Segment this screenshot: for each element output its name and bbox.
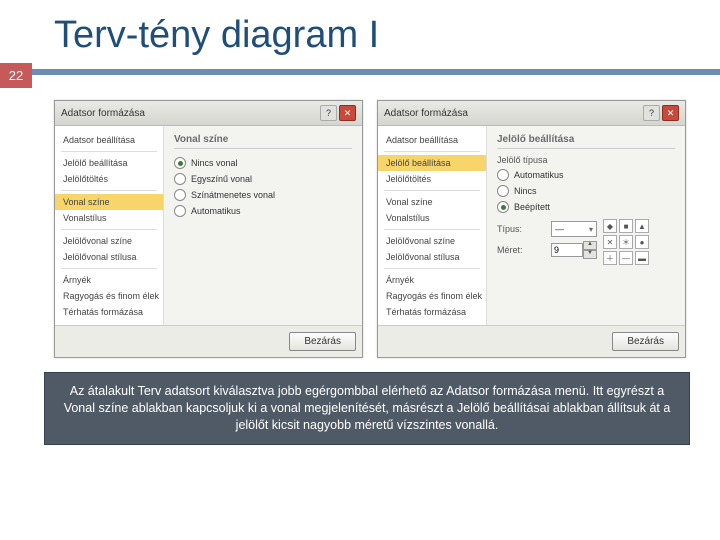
help-icon[interactable]: ? bbox=[643, 105, 660, 121]
radio-option[interactable]: Egyszínű vonal bbox=[174, 171, 352, 187]
marker-shape-icon[interactable]: ◆ bbox=[603, 219, 617, 233]
size-spinner[interactable]: ▲▼ bbox=[551, 241, 597, 259]
dialog-title-text: Adatsor formázása bbox=[61, 108, 145, 119]
marker-shape-icon[interactable]: ▲ bbox=[635, 219, 649, 233]
size-row: Méret: ▲▼ bbox=[497, 239, 597, 261]
side-item[interactable]: Jelölővonal színe bbox=[378, 233, 486, 249]
size-input[interactable] bbox=[551, 243, 583, 257]
radio-label: Színátmenetes vonal bbox=[191, 190, 275, 200]
side-item[interactable]: Jelölőtöltés bbox=[55, 171, 163, 187]
category-list: Adatsor beállítása Jelölő beállítása Jel… bbox=[378, 126, 487, 325]
radio-option[interactable]: Nincs bbox=[497, 183, 675, 199]
side-item[interactable]: Árnyék bbox=[378, 272, 486, 288]
dialog-pair: Adatsor formázása ? ✕ Adatsor beállítása… bbox=[0, 88, 720, 366]
pane-heading: Jelölő beállítása bbox=[497, 134, 675, 149]
side-item[interactable]: Jelölőtöltés bbox=[378, 171, 486, 187]
marker-gallery[interactable]: ◆■▲ ✕＊● ＋—▬ bbox=[603, 219, 663, 265]
radio-label: Egyszínű vonal bbox=[191, 174, 252, 184]
page-number: 22 bbox=[0, 63, 32, 88]
side-item[interactable]: Jelölővonal színe bbox=[55, 233, 163, 249]
page-band: 22 bbox=[0, 63, 720, 88]
radio-icon bbox=[497, 169, 509, 181]
side-item[interactable]: Vonalstílus bbox=[55, 210, 163, 226]
size-label: Méret: bbox=[497, 245, 545, 255]
marker-shape-icon[interactable]: ✕ bbox=[603, 235, 617, 249]
spin-up-icon[interactable]: ▲ bbox=[583, 241, 597, 250]
side-item-selected[interactable]: Vonal színe bbox=[55, 194, 163, 210]
radio-label: Automatikus bbox=[191, 206, 241, 216]
caption-text: Az átalakult Terv adatsort kiválasztva j… bbox=[44, 372, 690, 445]
slide-title: Terv-tény diagram I bbox=[0, 0, 720, 63]
side-item[interactable]: Jelölő beállítása bbox=[55, 155, 163, 171]
close-icon[interactable]: ✕ bbox=[339, 105, 356, 121]
category-list: Adatsor beállítása Jelölő beállítása Jel… bbox=[55, 126, 164, 325]
dialog-format-series-right: Adatsor formázása ? ✕ Adatsor beállítása… bbox=[377, 100, 686, 358]
band-accent bbox=[32, 69, 720, 75]
radio-option[interactable]: Beépített bbox=[497, 199, 675, 215]
marker-shape-icon[interactable]: ■ bbox=[619, 219, 633, 233]
radio-icon bbox=[174, 205, 186, 217]
marker-shape-icon[interactable]: ▬ bbox=[635, 251, 649, 265]
options-pane: Jelölő beállítása Jelölő típusa Automati… bbox=[487, 126, 685, 325]
marker-shape-icon[interactable]: ● bbox=[635, 235, 649, 249]
dialog-titlebar[interactable]: Adatsor formázása ? ✕ bbox=[378, 101, 685, 126]
pane-heading: Vonal színe bbox=[174, 134, 352, 149]
dialog-title-text: Adatsor formázása bbox=[384, 108, 468, 119]
radio-icon bbox=[174, 157, 186, 169]
combo-value: — bbox=[555, 224, 564, 234]
radio-icon bbox=[497, 185, 509, 197]
side-item[interactable]: Adatsor beállítása bbox=[55, 132, 163, 148]
options-pane: Vonal színe Nincs vonal Egyszínű vonal S… bbox=[164, 126, 362, 325]
radio-option[interactable]: Automatikus bbox=[174, 203, 352, 219]
side-item[interactable]: Térhatás formázása bbox=[378, 304, 486, 320]
close-button[interactable]: Bezárás bbox=[612, 332, 679, 351]
help-icon[interactable]: ? bbox=[320, 105, 337, 121]
section-label: Jelölő típusa bbox=[497, 155, 675, 165]
radio-label: Nincs bbox=[514, 186, 537, 196]
side-item[interactable]: Adatsor beállítása bbox=[378, 132, 486, 148]
type-label: Típus: bbox=[497, 224, 545, 234]
radio-label: Automatikus bbox=[514, 170, 564, 180]
side-item[interactable]: Jelölővonal stílusa bbox=[378, 249, 486, 265]
side-item[interactable]: Vonalstílus bbox=[378, 210, 486, 226]
radio-icon bbox=[174, 173, 186, 185]
spin-down-icon[interactable]: ▼ bbox=[583, 250, 597, 259]
side-item-selected[interactable]: Jelölő beállítása bbox=[378, 155, 486, 171]
radio-icon bbox=[174, 189, 186, 201]
side-item[interactable]: Vonal színe bbox=[378, 194, 486, 210]
side-item[interactable]: Árnyék bbox=[55, 272, 163, 288]
type-row: Típus: — bbox=[497, 219, 597, 239]
dialog-titlebar[interactable]: Adatsor formázása ? ✕ bbox=[55, 101, 362, 126]
marker-shape-icon[interactable]: ＊ bbox=[619, 235, 633, 249]
side-item[interactable]: Ragyogás és finom élek bbox=[55, 288, 163, 304]
side-item[interactable]: Ragyogás és finom élek bbox=[378, 288, 486, 304]
radio-label: Beépített bbox=[514, 202, 550, 212]
close-icon[interactable]: ✕ bbox=[662, 105, 679, 121]
dialog-format-series-left: Adatsor formázása ? ✕ Adatsor beállítása… bbox=[54, 100, 363, 358]
radio-label: Nincs vonal bbox=[191, 158, 238, 168]
dialog-footer: Bezárás bbox=[378, 325, 685, 357]
radio-icon bbox=[497, 201, 509, 213]
close-button[interactable]: Bezárás bbox=[289, 332, 356, 351]
marker-type-combo[interactable]: — bbox=[551, 221, 597, 237]
dialog-footer: Bezárás bbox=[55, 325, 362, 357]
side-item[interactable]: Jelölővonal stílusa bbox=[55, 249, 163, 265]
radio-option[interactable]: Automatikus bbox=[497, 167, 675, 183]
side-item[interactable]: Térhatás formázása bbox=[55, 304, 163, 320]
marker-shape-icon[interactable]: — bbox=[619, 251, 633, 265]
radio-option[interactable]: Nincs vonal bbox=[174, 155, 352, 171]
marker-shape-icon[interactable]: ＋ bbox=[603, 251, 617, 265]
radio-option[interactable]: Színátmenetes vonal bbox=[174, 187, 352, 203]
